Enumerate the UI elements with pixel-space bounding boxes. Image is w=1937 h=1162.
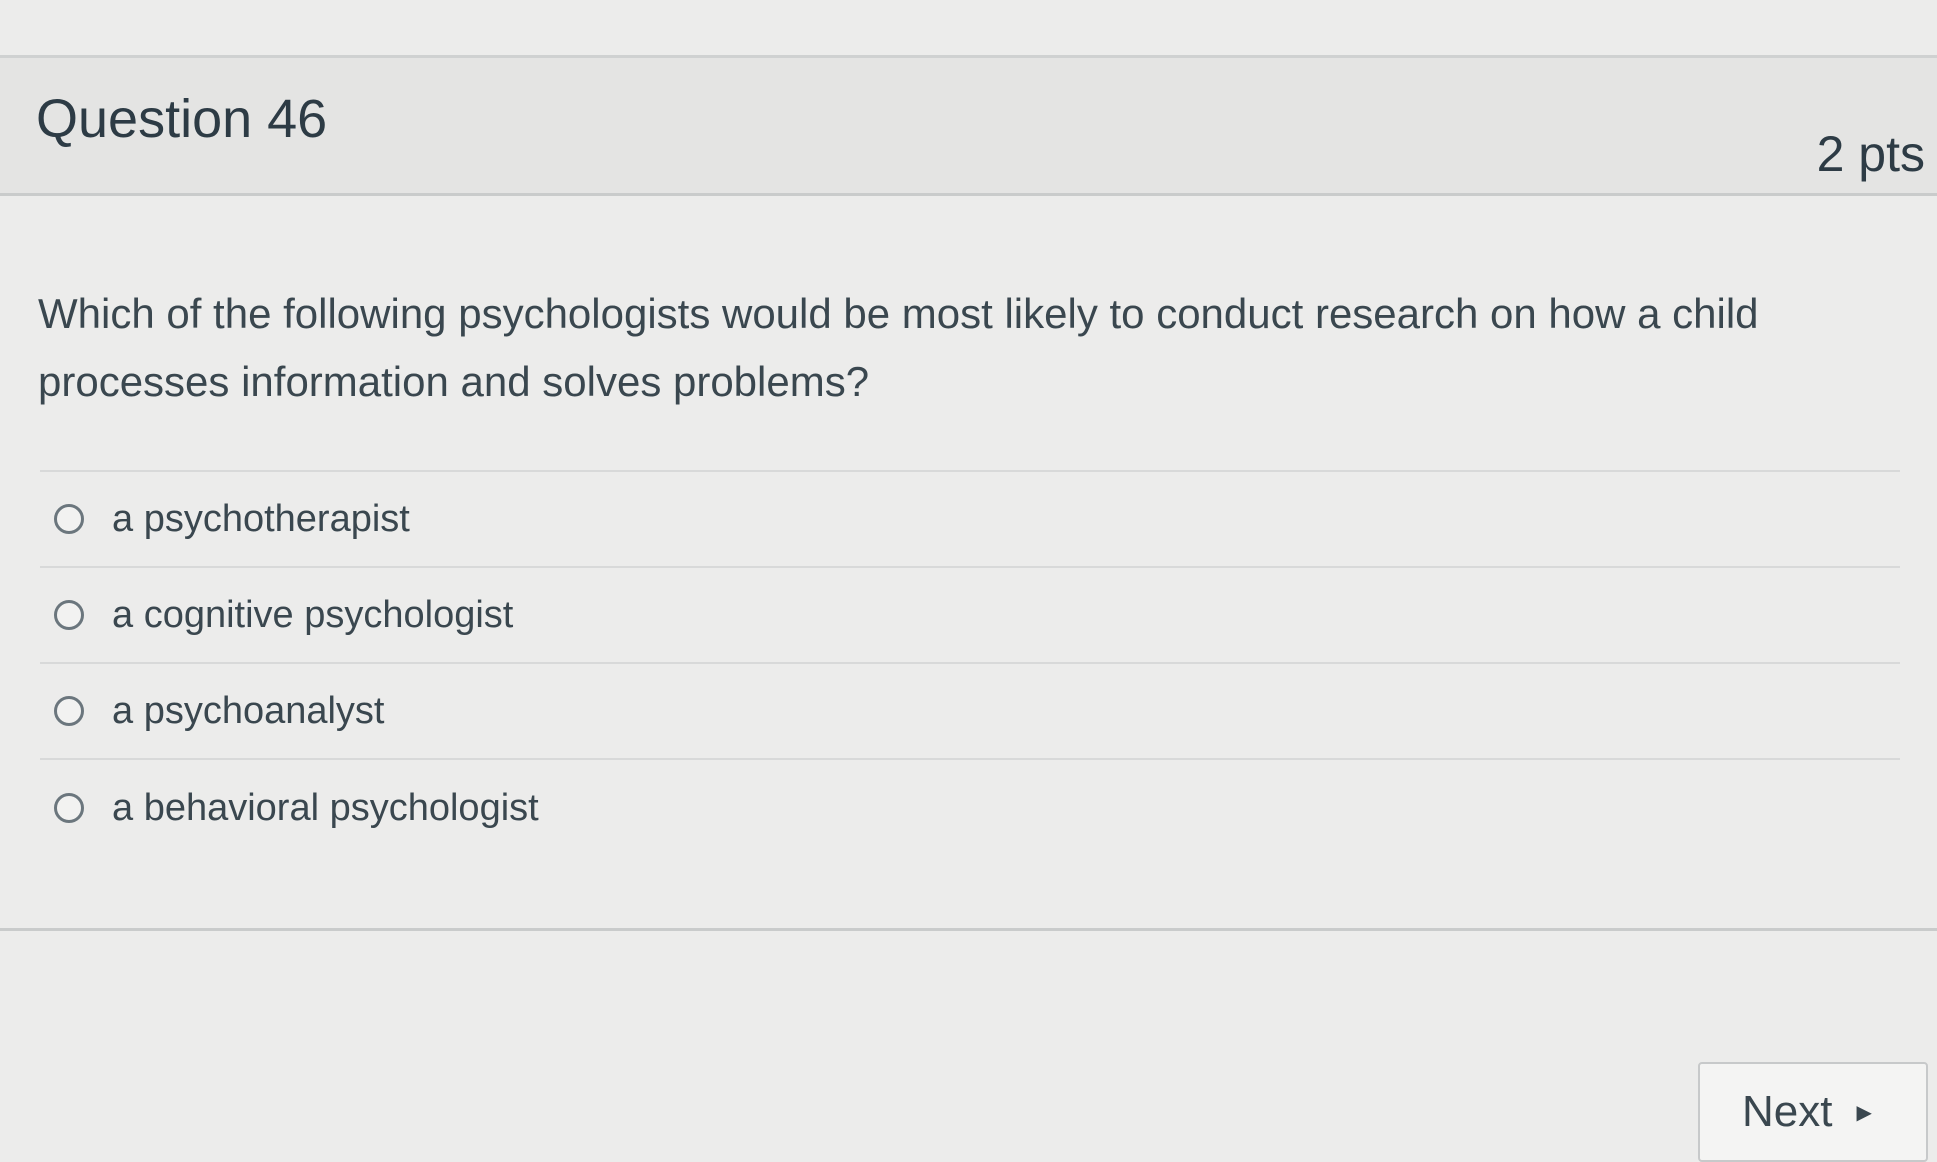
next-button-label: Next	[1742, 1087, 1833, 1136]
answer-list: a psychotherapist a cognitive psychologi…	[40, 470, 1900, 856]
radio-button[interactable]	[54, 793, 84, 823]
play-triangle-icon: ▶	[1856, 1101, 1872, 1124]
radio-button[interactable]	[54, 504, 84, 534]
radio-button[interactable]	[54, 696, 84, 726]
answer-option[interactable]: a psychoanalyst	[40, 664, 1900, 760]
next-button[interactable]: Next ▶	[1698, 1062, 1928, 1162]
radio-button[interactable]	[54, 600, 84, 630]
question-header: Question 46 2 pts	[0, 58, 1937, 196]
question-title: Question 46	[36, 89, 328, 149]
question-text: Which of the following psychologists wou…	[38, 290, 1759, 405]
answer-label[interactable]: a psychoanalyst	[112, 690, 385, 733]
answer-option[interactable]: a psychotherapist	[40, 472, 1900, 568]
footer-divider	[0, 928, 1937, 931]
answer-option[interactable]: a cognitive psychologist	[40, 568, 1900, 664]
answer-label[interactable]: a cognitive psychologist	[112, 594, 513, 637]
question-points: 2 pts	[1816, 126, 1925, 182]
answer-option[interactable]: a behavioral psychologist	[40, 760, 1900, 856]
answer-label[interactable]: a behavioral psychologist	[112, 787, 539, 830]
answer-label[interactable]: a psychotherapist	[112, 498, 410, 541]
